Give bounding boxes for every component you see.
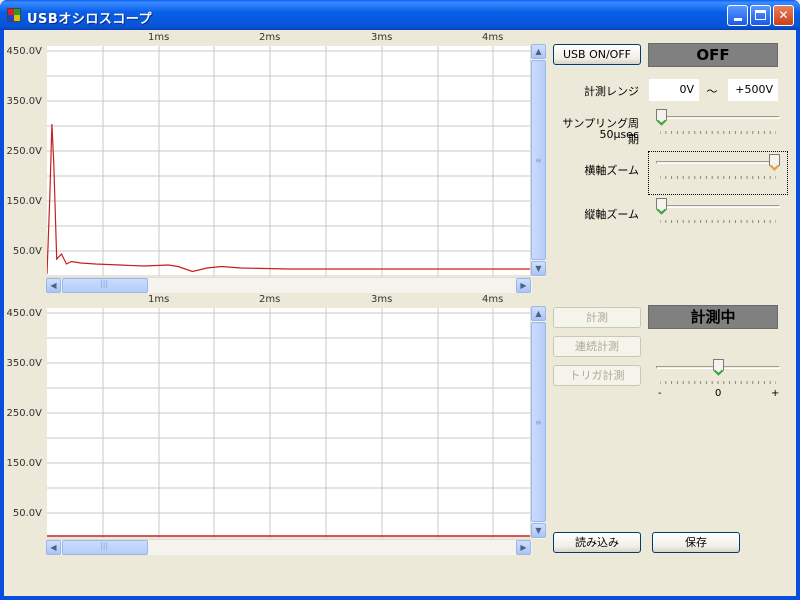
scroll-left-icon[interactable]: ◀ [46,540,61,555]
y-label: 450.0V [6,308,42,319]
grip-icon: ||| [100,541,109,550]
save-button[interactable]: 保存 [652,532,740,553]
slider-track [656,205,780,208]
close-button[interactable]: ✕ [773,5,794,26]
grip-icon: ≡ [535,156,542,165]
vertical-scrollbar-bottom[interactable]: ▲ ≡ ▼ [530,306,546,539]
load-button[interactable]: 読み込み [553,532,641,553]
slider-thumb-icon[interactable] [712,359,724,376]
range-tilde: 〜 [706,85,718,98]
measure-button[interactable]: 計測 [553,307,641,328]
scroll-right-icon[interactable]: ▶ [516,540,531,555]
y-label: 350.0V [6,96,42,107]
y-label: 50.0V [12,508,42,519]
minimize-button[interactable] [727,5,748,26]
y-label: 250.0V [6,408,42,419]
grip-icon: ≡ [535,418,542,427]
usb-status-display: OFF [648,43,778,67]
usb-onoff-button[interactable]: USB ON/OFF [553,44,641,65]
measure-status-display: 計測中 [648,305,778,329]
slider-track [656,161,780,164]
app-icon [7,8,21,22]
x-tick-label: 1ms [148,32,170,43]
vzoom-slider[interactable] [656,198,780,226]
range-max-field[interactable]: +500V [728,79,778,101]
scroll-right-icon[interactable]: ▶ [516,278,531,293]
window-title: USBオシロスコープ [27,12,153,27]
trigger-minus-label: - [658,388,662,399]
client-area: 450.0V 350.0V 250.0V 150.0V 50.0V 1ms 2m… [4,30,796,596]
maximize-button[interactable] [750,5,771,26]
y-label: 350.0V [6,358,42,369]
slider-thumb-icon[interactable] [656,198,667,215]
close-icon: ✕ [778,8,789,22]
slider-thumb-icon[interactable] [656,109,667,126]
x-tick-label: 3ms [371,294,393,305]
vzoom-label: 縦軸ズーム [584,208,639,221]
x-tick-label: 2ms [259,32,281,43]
scroll-up-icon[interactable]: ▲ [531,44,546,59]
x-tick-label: 3ms [371,32,393,43]
app-window: USBオシロスコープ ✕ 450.0V 350.0V 250.0V 150.0V… [0,0,800,600]
waveform-plot-bottom [47,308,532,538]
minimize-icon [733,18,742,21]
y-label: 150.0V [6,458,42,469]
waveform-canvas-top [47,46,532,276]
trigger-measure-button[interactable]: トリガ計測 [553,365,641,386]
grip-icon: ||| [100,279,109,288]
x-tick-label: 4ms [482,32,504,43]
slider-ticks [660,381,776,384]
sampling-slider[interactable] [656,109,780,137]
y-label: 450.0V [6,46,42,57]
hzoom-slider[interactable] [656,154,780,182]
y-label: 250.0V [6,146,42,157]
scroll-up-icon[interactable]: ▲ [531,306,546,321]
continuous-measure-button[interactable]: 連続計測 [553,336,641,357]
maximize-icon [755,10,766,20]
trigger-level-slider[interactable] [656,359,780,387]
y-label: 150.0V [6,196,42,207]
x-tick-label: 1ms [148,294,170,305]
slider-ticks [660,131,776,134]
slider-track [656,116,780,119]
waveform-plot-top [47,46,532,276]
scroll-left-icon[interactable]: ◀ [46,278,61,293]
x-tick-label: 2ms [259,294,281,305]
hzoom-label: 横軸ズーム [584,164,639,177]
range-label: 計測レンジ [584,85,639,98]
title-bar[interactable]: USBオシロスコープ ✕ [0,0,800,30]
horizontal-scrollbar-top[interactable]: ◀ ||| ▶ [46,277,532,293]
x-tick-label: 4ms [482,294,504,305]
sampling-value: 50μsec [599,128,639,141]
y-label: 50.0V [12,246,42,257]
vertical-scrollbar-top[interactable]: ▲ ≡ ▼ [530,44,546,277]
scroll-down-icon[interactable]: ▼ [531,261,546,276]
range-min-field[interactable]: 0V [649,79,699,101]
slider-thumb-icon[interactable] [769,154,780,171]
scroll-down-icon[interactable]: ▼ [531,523,546,538]
horizontal-scrollbar-bottom[interactable]: ◀ ||| ▶ [46,539,532,555]
trigger-plus-label: + [771,388,780,399]
slider-ticks [660,176,776,179]
trigger-zero-label: 0 [715,388,722,399]
slider-ticks [660,220,776,223]
waveform-canvas-bottom [47,308,532,538]
